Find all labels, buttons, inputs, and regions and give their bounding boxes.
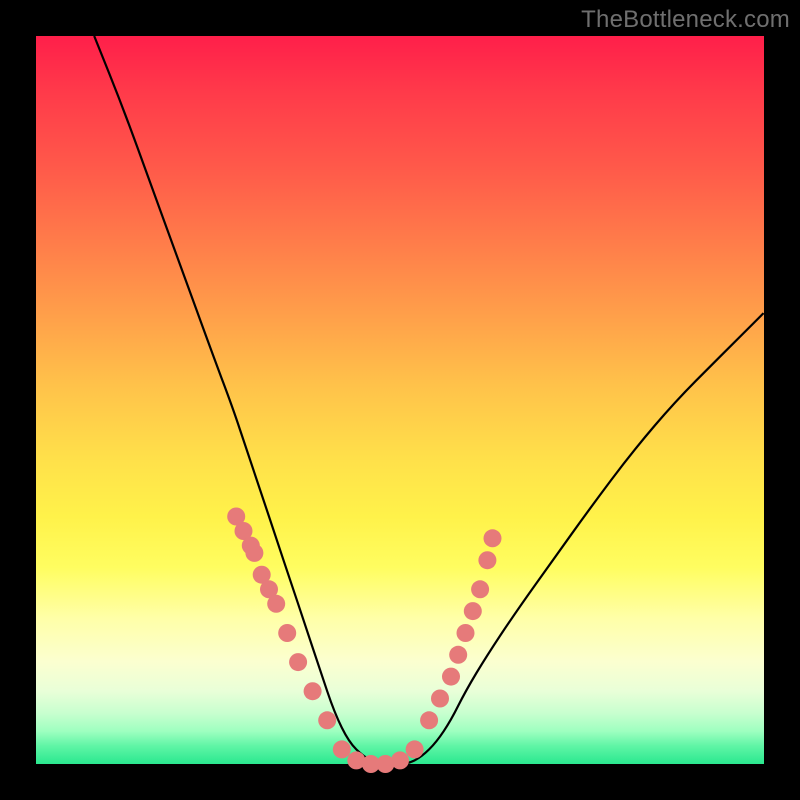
- chart-svg: [36, 36, 764, 764]
- data-dot: [318, 711, 336, 729]
- data-dot: [442, 668, 460, 686]
- data-dot: [457, 624, 475, 642]
- data-dot: [420, 711, 438, 729]
- data-dot: [289, 653, 307, 671]
- data-dot: [267, 595, 285, 613]
- data-dot: [278, 624, 296, 642]
- bottleneck-curve-path: [94, 36, 764, 764]
- data-dot: [464, 602, 482, 620]
- data-dot: [449, 646, 467, 664]
- plot-area: [36, 36, 764, 764]
- data-dot: [471, 580, 489, 598]
- watermark-text: TheBottleneck.com: [581, 6, 790, 34]
- data-dot: [406, 740, 424, 758]
- data-dot: [478, 551, 496, 569]
- chart-frame: TheBottleneck.com: [0, 0, 800, 800]
- data-dot: [333, 740, 351, 758]
- data-dot: [484, 529, 502, 547]
- data-dots-group: [227, 508, 501, 774]
- data-dot: [304, 682, 322, 700]
- data-dot: [391, 751, 409, 769]
- data-dot: [245, 544, 263, 562]
- data-dot: [431, 690, 449, 708]
